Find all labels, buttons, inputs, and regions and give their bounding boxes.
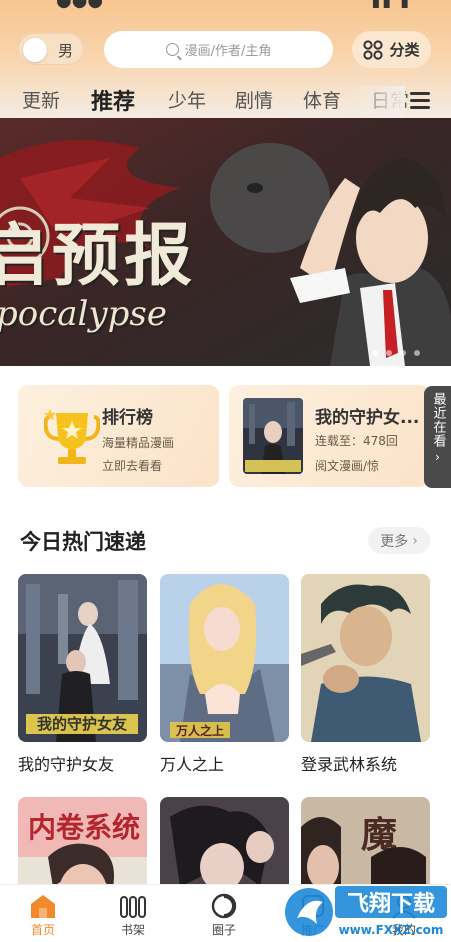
banner-carousel[interactable]: 启预报 pocalypse: [0, 118, 451, 366]
carousel-dots: [372, 350, 420, 356]
recent-comic-card[interactable]: 我的守护女... 连载至：478回 阅文漫画/惊: [229, 385, 429, 487]
tab-recommend[interactable]: 推荐: [91, 84, 135, 116]
nav-home[interactable]: 首页: [13, 893, 73, 938]
section-title: 今日热门速递: [20, 530, 146, 554]
chevron-right-icon: ›: [412, 532, 418, 549]
watermark-text: 飞翔下载: [347, 891, 435, 917]
recent-cover: [243, 398, 303, 474]
recent-title: 我的守护女...: [315, 408, 420, 428]
tab-sports[interactable]: 体育: [303, 86, 341, 113]
trophy-icon: [44, 409, 100, 464]
circle-icon: [211, 893, 237, 919]
gender-toggle[interactable]: 男: [18, 33, 84, 65]
carousel-dot[interactable]: [400, 350, 406, 356]
cover-text: 万人之上: [175, 723, 224, 738]
category-button[interactable]: 分类: [352, 31, 431, 68]
more-button[interactable]: 更多 ›: [368, 527, 430, 554]
tab-update[interactable]: 更新: [22, 86, 60, 113]
comic-title[interactable]: 登录武林系统: [301, 751, 397, 775]
comic-cover[interactable]: 万人之上: [160, 574, 289, 742]
site-watermark: 飞翔下载 www.FXXZ.com: [285, 886, 447, 937]
carousel-dot[interactable]: [386, 350, 392, 356]
comic-cover[interactable]: 我的守护女友: [18, 574, 147, 742]
more-label: 更多: [380, 533, 409, 550]
recently-viewed-tab[interactable]: 最近在看 ›: [424, 386, 451, 488]
carousel-dot[interactable]: [372, 350, 378, 356]
search-bar[interactable]: 漫画/作者/主角: [104, 31, 333, 68]
status-bar: ●●● ▮▮ ▮: [0, 0, 451, 14]
recent-progress: 连载至：478回: [315, 434, 398, 448]
nav-circle[interactable]: 圈子: [194, 893, 254, 938]
recently-viewed-label: 最近在看: [430, 392, 446, 448]
nav-circle-label: 圈子: [211, 923, 236, 937]
comic-title[interactable]: 万人之上: [160, 751, 224, 775]
search-placeholder: 漫画/作者/主角: [184, 44, 272, 59]
chevron-right-icon: ›: [435, 450, 440, 464]
ranking-title: 排行榜: [102, 408, 153, 428]
search-icon: [165, 43, 179, 56]
watermark-url: www.FXXZ.com: [339, 923, 444, 937]
ranking-cta: 立即去看看: [102, 459, 163, 473]
category-label: 分类: [389, 41, 420, 59]
header: ●●● ▮▮ ▮ 男 漫画/作者/主角 分类 更新 推荐 少年 剧情 体育: [0, 0, 451, 125]
tab-shonen[interactable]: 少年: [168, 86, 206, 113]
menu-icon[interactable]: [410, 92, 430, 110]
status-time: ●●●: [56, 0, 104, 11]
app-root: ●●● ▮▮ ▮ 男 漫画/作者/主角 分类 更新 推荐 少年 剧情 体育 启预…: [0, 0, 451, 942]
comic-title[interactable]: 我的守护女友: [18, 751, 114, 775]
gender-label: 男: [58, 42, 74, 60]
recent-tags: 阅文漫画/惊: [315, 459, 380, 473]
cover-text: 我的守护女友: [37, 715, 127, 733]
home-icon: [31, 895, 55, 918]
carousel-dot[interactable]: [414, 350, 420, 356]
category-tabs: 更新 推荐 少年 剧情 体育 日常: [0, 84, 451, 125]
bookshelf-icon: [120, 896, 146, 918]
status-icons: ▮▮ ▮: [371, 0, 411, 10]
nav-home-label: 首页: [30, 923, 55, 937]
nav-bookshelf[interactable]: 书架: [103, 893, 163, 938]
toggle-knob: [23, 38, 47, 62]
grid-icon: [363, 39, 384, 60]
ranking-card[interactable]: 排行榜 海量精品漫画 立即去看看: [18, 385, 219, 487]
banner-title: 启预报: [0, 216, 197, 296]
ranking-desc: 海量精品漫画: [102, 436, 175, 450]
tabs-fade: [345, 86, 405, 120]
cover-text: 内卷系统: [28, 811, 140, 844]
comic-cover[interactable]: [301, 574, 430, 742]
tab-drama[interactable]: 剧情: [235, 86, 273, 113]
nav-bookshelf-label: 书架: [120, 923, 145, 937]
banner-subtitle: pocalypse: [0, 294, 167, 334]
